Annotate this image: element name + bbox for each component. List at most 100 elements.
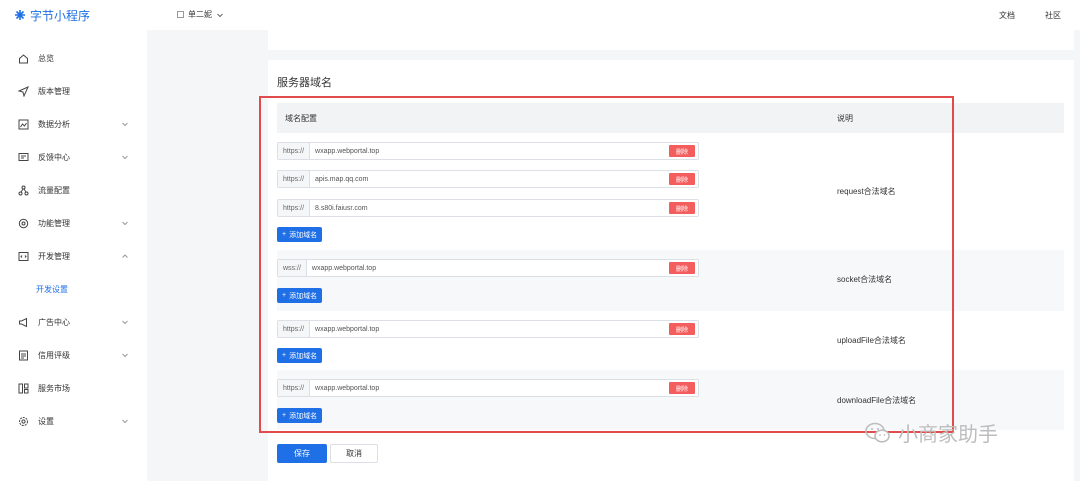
- megaphone-icon: [18, 317, 29, 328]
- domain-group: https://wxapp.webportal.top 删除 https://api…: [277, 133, 1064, 250]
- table-header: 域名配置 说明: [277, 103, 1064, 133]
- protocol-prefix: https://: [278, 321, 311, 337]
- domain-type-desc: downloadFile合法域名: [837, 396, 917, 405]
- domain-input-row[interactable]: https://wxapp.webportal.top 删除: [277, 379, 699, 397]
- app-icon: [177, 11, 184, 18]
- sidebar-item-label: 广告中心: [38, 318, 70, 327]
- top-bar: 单二妮 文档 社区: [147, 0, 1080, 30]
- sidebar-item[interactable]: 反馈中心: [0, 141, 147, 174]
- domain-input[interactable]: wxapp.webportal.top: [310, 326, 669, 333]
- add-domain-button[interactable]: + 添加域名: [277, 288, 323, 303]
- domain-input-row[interactable]: https://wxapp.webportal.top 删除: [277, 142, 699, 160]
- domain-input[interactable]: wxapp.webportal.top: [310, 385, 669, 392]
- delete-button[interactable]: 删除: [669, 145, 695, 157]
- cancel-button[interactable]: 取消: [330, 444, 378, 463]
- sidebar-item-label: 数据分析: [38, 120, 70, 129]
- sidebar-item[interactable]: 功能管理: [0, 207, 147, 240]
- protocol-prefix: https://: [278, 380, 311, 396]
- watermark: 小商家助手: [864, 418, 998, 447]
- plus-icon: +: [282, 412, 287, 419]
- domain-input[interactable]: 8.s80i.faiusr.com: [310, 205, 669, 212]
- domain-type-desc: socket合法域名: [837, 275, 893, 284]
- protocol-prefix: https://: [278, 171, 311, 187]
- add-domain-button[interactable]: + 添加域名: [277, 408, 323, 423]
- sidebar-item[interactable]: 总览: [0, 42, 147, 75]
- code-icon: [18, 251, 29, 262]
- domain-input[interactable]: apis.map.qq.com: [310, 176, 669, 183]
- app-selector[interactable]: 单二妮: [177, 9, 224, 20]
- chevron-down-icon: [122, 353, 128, 358]
- delete-button[interactable]: 删除: [669, 323, 695, 335]
- domain-group: https://wxapp.webportal.top 删除 + 添加域名 upload…: [277, 311, 1064, 370]
- sidebar-item[interactable]: 服务市场: [0, 372, 147, 405]
- home-icon: [18, 53, 29, 64]
- chevron-down-icon: [122, 122, 128, 127]
- market-icon: [18, 383, 29, 394]
- sidebar-item[interactable]: 流量配置: [0, 174, 147, 207]
- sidebar-item-label: 流量配置: [38, 186, 70, 195]
- sidebar-item[interactable]: 信用评级: [0, 339, 147, 372]
- delete-button[interactable]: 删除: [669, 262, 695, 274]
- sidebar-item-label: 开发管理: [38, 252, 70, 261]
- sidebar-item[interactable]: 数据分析: [0, 108, 147, 141]
- doc-icon: [18, 350, 29, 361]
- chevron-up-icon: [122, 254, 128, 258]
- protocol-prefix: wss://: [278, 260, 307, 276]
- message-icon: [18, 152, 29, 163]
- watermark-text: 小商家助手: [898, 424, 998, 446]
- plus-icon: +: [282, 352, 287, 359]
- add-domain-label: 添加域名: [289, 231, 318, 239]
- domain-input[interactable]: wxapp.webportal.top: [307, 265, 669, 272]
- logo-text: 字节小程序: [30, 8, 91, 23]
- sidebar-item-label: 信用评级: [38, 351, 70, 360]
- domain-input-row[interactable]: https://apis.map.qq.com 删除: [277, 170, 699, 188]
- app-name: 单二妮: [188, 10, 212, 19]
- plus-icon: +: [282, 292, 287, 299]
- domain-input[interactable]: wxapp.webportal.top: [310, 148, 669, 155]
- sidebar-item-label: 版本管理: [38, 87, 70, 96]
- section-title: 服务器域名: [277, 77, 332, 89]
- chevron-down-icon: [122, 320, 128, 325]
- sidebar-item[interactable]: 开发管理: [0, 240, 147, 273]
- delete-button[interactable]: 删除: [669, 382, 695, 394]
- send-icon: [18, 86, 29, 97]
- delete-button[interactable]: 删除: [669, 173, 695, 185]
- community-link[interactable]: 社区: [1045, 10, 1061, 21]
- column-header-desc: 说明: [837, 113, 853, 123]
- add-domain-label: 添加域名: [289, 292, 318, 300]
- sidebar-item[interactable]: 广告中心: [0, 306, 147, 339]
- previous-card: [268, 30, 1074, 50]
- share-icon: [18, 185, 29, 196]
- sidebar-item-label: 反馈中心: [38, 153, 70, 162]
- gear-icon: [18, 416, 29, 427]
- sidebar-item-label: 服务市场: [38, 384, 70, 393]
- chart-icon: [18, 119, 29, 130]
- sidebar-item[interactable]: 设置: [0, 405, 147, 438]
- domain-type-desc: uploadFile合法域名: [837, 336, 906, 345]
- domain-type-desc: request合法域名: [837, 187, 896, 196]
- wechat-icon: [865, 422, 890, 443]
- logo[interactable]: 字节小程序: [14, 6, 90, 24]
- delete-button[interactable]: 删除: [669, 202, 695, 214]
- sidebar-item[interactable]: 版本管理: [0, 75, 147, 108]
- sidebar-nav: 总览版本管理数据分析反馈中心流量配置功能管理开发管理开发设置广告中心信用评级服务…: [0, 42, 147, 438]
- plus-icon: +: [282, 231, 287, 238]
- protocol-prefix: https://: [278, 143, 311, 159]
- add-domain-label: 添加域名: [289, 412, 318, 420]
- add-domain-button[interactable]: + 添加域名: [277, 348, 323, 363]
- chevron-down-icon: [122, 419, 128, 424]
- domain-group: wss://wxapp.webportal.top 删除 + 添加域名 socket合法…: [277, 250, 1064, 311]
- domain-input-row[interactable]: https://wxapp.webportal.top 删除: [277, 320, 699, 338]
- docs-link[interactable]: 文档: [999, 10, 1015, 21]
- chevron-down-icon: [122, 155, 128, 160]
- sidebar-subitem-dev-settings[interactable]: 开发设置: [0, 273, 147, 306]
- sidebar-item-label: 总览: [38, 54, 54, 63]
- chevron-down-icon: [217, 13, 223, 17]
- sidebar-item-label: 设置: [38, 417, 54, 426]
- domain-input-row[interactable]: https://8.s80i.faiusr.com 删除: [277, 199, 699, 217]
- domain-input-row[interactable]: wss://wxapp.webportal.top 删除: [277, 259, 699, 277]
- add-domain-button[interactable]: + 添加域名: [277, 227, 323, 242]
- logo-icon: [15, 10, 25, 20]
- add-domain-label: 添加域名: [289, 352, 318, 360]
- save-button[interactable]: 保存: [277, 444, 327, 463]
